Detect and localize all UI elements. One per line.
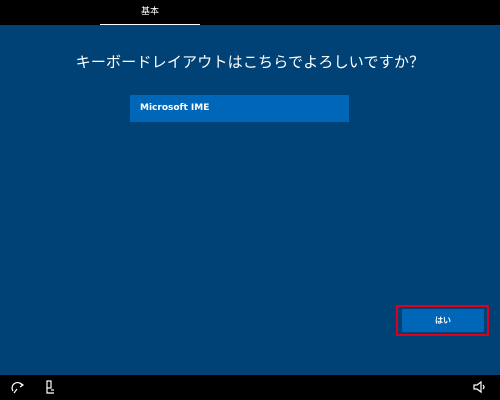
keyboard-layout-list: Microsoft IME: [130, 95, 349, 122]
top-bar: 基本: [0, 0, 500, 25]
tab-basic: 基本: [140, 7, 159, 17]
ease-of-access-icon[interactable]: [10, 379, 26, 395]
oobe-screen: 基本 キーボードレイアウトはこちらでよろしいですか？ Microsoft IME…: [0, 0, 500, 400]
bottom-bar: [0, 375, 500, 400]
layout-option-microsoft-ime[interactable]: Microsoft IME: [130, 95, 349, 122]
page-title: キーボードレイアウトはこちらでよろしいですか？: [75, 53, 425, 71]
accessibility-person-icon[interactable]: [42, 379, 58, 395]
yes-button[interactable]: はい: [402, 309, 484, 332]
volume-icon[interactable]: [472, 379, 488, 395]
